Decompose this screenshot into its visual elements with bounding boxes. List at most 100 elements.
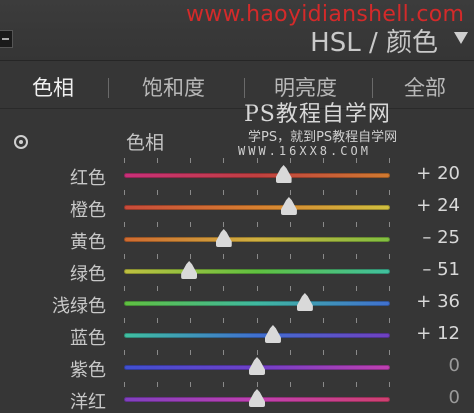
slider-tick xyxy=(190,254,192,259)
slider-tick xyxy=(157,222,159,227)
slider-label: 绿色 xyxy=(70,264,106,285)
slider-label: 浅绿色 xyxy=(52,296,106,317)
tab-all[interactable]: 全部 xyxy=(404,72,446,102)
slider-thumb[interactable] xyxy=(296,293,313,311)
slider-tick xyxy=(124,190,125,195)
slider-tick xyxy=(322,254,324,259)
tab-saturation[interactable]: 饱和度 xyxy=(142,72,205,102)
slider-tick xyxy=(256,254,258,259)
slider-label: 红色 xyxy=(70,168,106,189)
slider-tick xyxy=(190,190,192,195)
slider-track[interactable] xyxy=(124,301,390,306)
tab-hue[interactable]: 色相 xyxy=(32,72,74,102)
slider-tick xyxy=(256,222,258,227)
slider-ticks xyxy=(124,254,390,260)
slider-tick xyxy=(124,286,125,291)
slider-tick xyxy=(256,158,258,163)
slider-thumb-shape xyxy=(296,293,313,311)
slider-value[interactable]: 0 xyxy=(449,387,460,408)
slider-tick xyxy=(322,350,324,355)
target-adjust-icon[interactable] xyxy=(14,135,28,149)
slider-ticks xyxy=(124,222,390,228)
slider-tick xyxy=(322,222,324,227)
slider-value[interactable]: + 24 xyxy=(416,195,460,216)
slider-ticks xyxy=(124,190,390,196)
slider-thumb-shape xyxy=(280,197,297,215)
slider-thumb-shape xyxy=(249,357,265,375)
slider-value[interactable]: + 12 xyxy=(416,323,460,344)
slider-thumb[interactable] xyxy=(264,325,281,343)
slider-tick xyxy=(157,158,159,163)
slider-thumb[interactable] xyxy=(181,261,198,279)
slider-tick xyxy=(289,190,291,195)
slider-tick xyxy=(223,350,225,355)
slider-tick xyxy=(256,382,258,387)
slider-tick xyxy=(389,158,390,163)
slider-track[interactable] xyxy=(124,173,390,178)
slider-ticks xyxy=(124,382,390,388)
slider-tick xyxy=(124,254,125,259)
slider-tick xyxy=(355,350,357,355)
slider-tick xyxy=(322,382,324,387)
slider-tick xyxy=(223,286,225,291)
slider-tick xyxy=(223,222,225,227)
slider-tick xyxy=(256,350,258,355)
slider-thumb[interactable] xyxy=(215,229,232,247)
hsl-tabs: 色相 饱和度 明亮度 全部 xyxy=(0,66,474,106)
slider-tick xyxy=(389,222,390,227)
slider-tick xyxy=(190,382,192,387)
slider-tick xyxy=(289,350,291,355)
watermark-url: WWW.16XX8.COM xyxy=(238,144,371,158)
slider-track[interactable] xyxy=(124,237,390,242)
slider-tick xyxy=(157,318,159,323)
tabs-divider xyxy=(0,108,474,109)
slider-ticks xyxy=(124,318,390,324)
slider-tick xyxy=(124,350,125,355)
slider-tick xyxy=(355,190,357,195)
section-label: 色相 xyxy=(126,132,165,154)
slider-thumb-shape xyxy=(181,261,198,279)
slider-ticks xyxy=(124,350,390,356)
slider-value[interactable]: 0 xyxy=(449,355,460,376)
slider-thumb[interactable] xyxy=(249,389,265,407)
slider-thumb-shape xyxy=(215,229,232,247)
slider-track[interactable] xyxy=(124,269,390,274)
slider-value[interactable]: – 25 xyxy=(422,227,460,248)
slider-tick xyxy=(389,350,390,355)
slider-tick xyxy=(355,382,357,387)
slider-tick xyxy=(355,158,357,163)
slider-tick xyxy=(256,190,258,195)
slider-tick xyxy=(355,318,357,323)
slider-thumb[interactable] xyxy=(275,165,292,183)
slider-tick xyxy=(289,382,291,387)
slider-tick xyxy=(256,286,258,291)
slider-value[interactable]: + 36 xyxy=(416,291,460,312)
slider-tick xyxy=(389,254,390,259)
slider-value[interactable]: – 51 xyxy=(422,259,460,280)
slider-tick xyxy=(389,286,390,291)
panel-expand-arrow-icon[interactable] xyxy=(454,32,468,44)
slider-tick xyxy=(389,382,390,387)
watermark-top: www.haoyidianshell.com xyxy=(186,2,465,27)
slider-tick xyxy=(223,158,225,163)
slider-tick xyxy=(157,190,159,195)
slider-tick xyxy=(355,222,357,227)
slider-track[interactable] xyxy=(124,205,390,210)
tab-separator xyxy=(372,78,373,98)
slider-label: 蓝色 xyxy=(70,328,106,349)
slider-track[interactable] xyxy=(124,333,390,338)
panel-collapse-toggle[interactable] xyxy=(0,30,13,48)
slider-tick xyxy=(322,190,324,195)
slider-value[interactable]: + 20 xyxy=(416,163,460,184)
slider-ticks xyxy=(124,286,390,292)
panel-title[interactable]: HSL / 颜色 xyxy=(310,22,438,59)
slider-tick xyxy=(322,286,324,291)
slider-thumb-shape xyxy=(264,325,281,343)
slider-tick xyxy=(157,254,159,259)
slider-tick xyxy=(124,222,125,227)
watermark-title: PS教程自学网 xyxy=(244,102,391,127)
slider-thumb[interactable] xyxy=(280,197,297,215)
slider-tick xyxy=(355,286,357,291)
slider-row: 洋红 0 xyxy=(0,382,474,413)
slider-thumb[interactable] xyxy=(249,357,265,375)
